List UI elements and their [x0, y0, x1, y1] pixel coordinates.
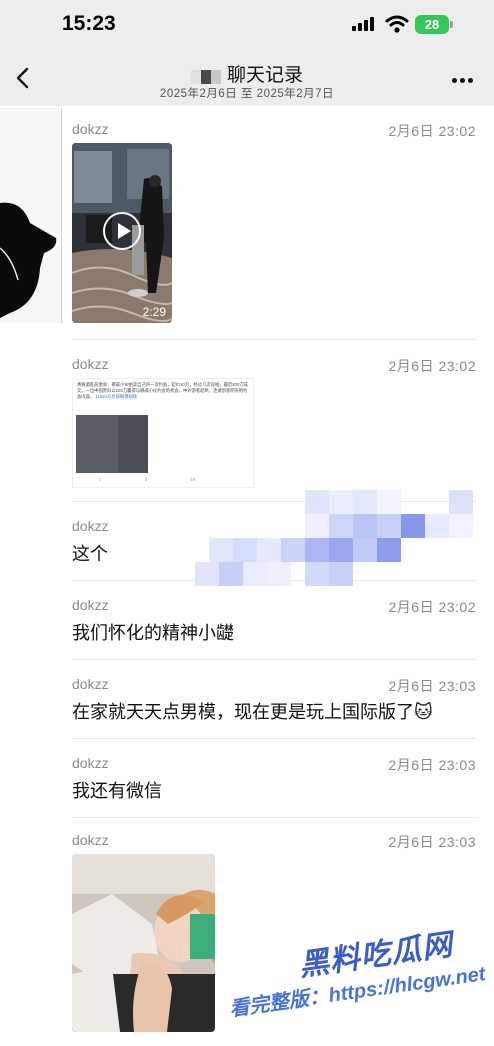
redacted-name	[190, 69, 221, 84]
message-5: dokzz 2月6日 23:03 在家就天天点男模，现在更是玩上国际版了🐱	[72, 676, 476, 736]
nav-bar: 聊天记录 2025年2月6日 至 2025年2月7日	[0, 54, 494, 106]
strip-divider	[61, 108, 62, 323]
message-sender: dokzz	[72, 356, 109, 372]
message-divider	[72, 659, 476, 660]
photo-thumbnail[interactable]	[72, 854, 215, 1032]
message-sender: dokzz	[72, 518, 109, 534]
message-sender: dokzz	[72, 597, 109, 613]
message-time: 2月6日 23:03	[388, 834, 476, 850]
page-title: 聊天记录	[226, 65, 303, 86]
date-range: 2025年2月6日 至 2025年2月7日	[159, 88, 335, 100]
screenshot-image[interactable]: 青瓶酒乱前委会：挪威小伙拍卖自己的一次约会，起价10刀，经过几次竞拍，最后200…	[72, 378, 254, 488]
message-text: 我还有微信	[72, 781, 162, 801]
screenshot-link: 11024号总部微博视频	[95, 394, 138, 399]
message-time: 2月6日 23:03	[388, 757, 476, 773]
status-bar: 15:23 28	[0, 0, 494, 54]
message-sender: dokzz	[72, 755, 109, 771]
message-time: 2月6日 23:02	[388, 123, 476, 139]
cropped-image-strip	[0, 108, 60, 323]
video-duration: 2:29	[142, 305, 166, 319]
status-time: 15:23	[62, 12, 116, 35]
message-time: 2月6日 23:03	[388, 678, 476, 694]
message-divider	[72, 339, 476, 340]
battery-nub	[450, 21, 453, 28]
message-sender: dokzz	[72, 676, 109, 692]
more-options-button[interactable]	[448, 66, 478, 92]
video-thumbnail[interactable]: 2:29	[72, 143, 172, 323]
cellular-signal-icon	[352, 17, 378, 31]
screenshot-text: 青瓶酒乱前委会：挪威小伙拍卖自己的一次约会，起价10刀，经过几次竞拍，最后200…	[77, 382, 248, 399]
screenshot-photo-left	[76, 415, 118, 473]
screenshot-photo-right	[118, 415, 148, 473]
message-text: 这个	[72, 544, 108, 564]
redaction-mosaic	[195, 478, 485, 588]
message-sender: dokzz	[72, 832, 109, 848]
message-text: 在家就天天点男模，现在更是玩上国际版了🐱	[72, 702, 433, 722]
wifi-icon	[385, 15, 409, 33]
message-4: dokzz 2月6日 23:02 我们怀化的精神小𬺓	[72, 597, 476, 657]
nav-title-wrap: 聊天记录	[0, 60, 494, 87]
message-text: 我们怀化的精神小𬺓	[72, 623, 234, 643]
message-sender: dokzz	[72, 121, 109, 137]
message-divider	[72, 817, 476, 818]
battery-icon: 28	[415, 15, 449, 34]
message-divider	[72, 738, 476, 739]
message-2: dokzz 2月6日 23:02 青瓶酒乱前委会：挪威小伙拍卖自己的一次约会，起…	[72, 356, 476, 492]
message-6: dokzz 2月6日 23:03 我还有微信	[72, 755, 476, 815]
message-time: 2月6日 23:02	[388, 599, 476, 615]
play-icon[interactable]	[103, 212, 141, 250]
message-time: 2月6日 23:02	[388, 358, 476, 374]
message-1: dokzz 2月6日 23:02 2:29	[72, 121, 476, 333]
